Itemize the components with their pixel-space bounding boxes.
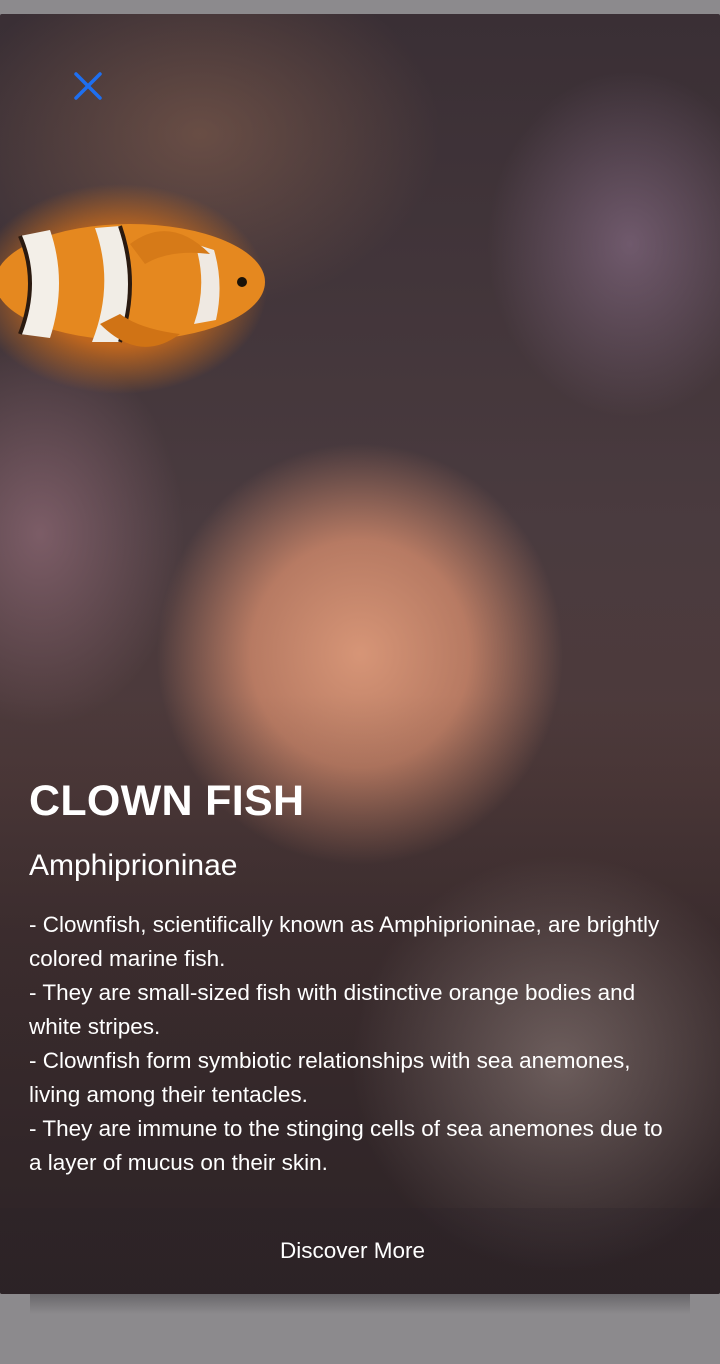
species-title: CLOWN FISH (29, 777, 305, 825)
scientific-name: Amphiprioninae (29, 849, 238, 882)
close-icon (74, 72, 102, 100)
screen: CLOWN FISH Amphiprioninae - Clownfish, s… (0, 0, 720, 1364)
species-info: CLOWN FISH Amphiprioninae - Clownfish, s… (29, 774, 679, 1180)
description-line: - Clownfish form symbiotic relationships… (29, 1048, 631, 1107)
discover-bar: Discover More (0, 1208, 720, 1294)
species-description: - Clownfish, scientifically known as Amp… (29, 908, 679, 1180)
discover-more-button[interactable]: Discover More (260, 1228, 445, 1274)
description-line: - They are immune to the stinging cells … (29, 1116, 663, 1175)
description-line: - They are small-sized fish with distinc… (29, 980, 636, 1039)
clownfish-image (0, 224, 265, 347)
species-card: CLOWN FISH Amphiprioninae - Clownfish, s… (0, 14, 720, 1294)
description-line: - Clownfish, scientifically known as Amp… (29, 912, 660, 971)
card-shadow (30, 1294, 690, 1314)
close-button[interactable] (66, 64, 110, 108)
